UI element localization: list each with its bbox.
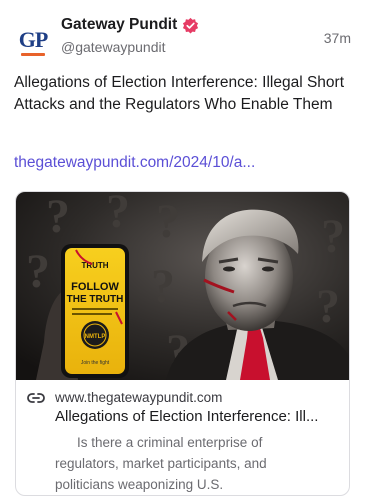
avatar[interactable]: GP [15,24,51,60]
svg-text:?: ? [156,195,180,248]
author-display-name[interactable]: Gateway Pundit [61,16,177,34]
post-timestamp[interactable]: 37m [324,30,351,46]
card-description: Is there a criminal enterprise of regula… [55,435,267,492]
author-handle[interactable]: @gatewaypundit [61,39,166,55]
avatar-logo-underline [21,52,45,56]
avatar-logo-text: GP [18,26,49,52]
svg-text:?: ? [151,260,175,313]
phone-footer-text: Join the fight [81,360,110,366]
phone-headline-line1: FOLLOW [71,281,119,293]
author-name-row: Gateway Pundit [61,16,199,34]
svg-text:?: ? [26,245,50,298]
card-domain[interactable]: www.thegatewaypundit.com [55,390,222,405]
svg-text:?: ? [316,280,340,333]
card-title[interactable]: Allegations of Election Interference: Il… [55,408,345,425]
svg-text:?: ? [46,192,70,243]
phone-seal-text: NMTLP [85,334,106,340]
svg-text:?: ? [321,210,345,263]
social-post[interactable]: GP Gateway Pundit @gatewaypundit 37m All… [0,0,365,500]
post-text: Allegations of Election Interference: Il… [14,74,344,113]
phone-headline-line2: THE TRUTH [67,294,124,305]
svg-text:?: ? [106,192,130,238]
verified-badge-icon [183,17,199,33]
link-icon [27,393,45,403]
phone-header-text: TRUTH [81,261,108,270]
post-link[interactable]: thegatewaypundit.com/2024/10/a... [14,154,255,172]
card-image: ??? ??? ?? TRUTH FOLLOW THE TRUTH NMTLP … [16,192,349,380]
link-preview-card[interactable]: ??? ??? ?? TRUTH FOLLOW THE TRUTH NMTLP … [15,191,350,496]
